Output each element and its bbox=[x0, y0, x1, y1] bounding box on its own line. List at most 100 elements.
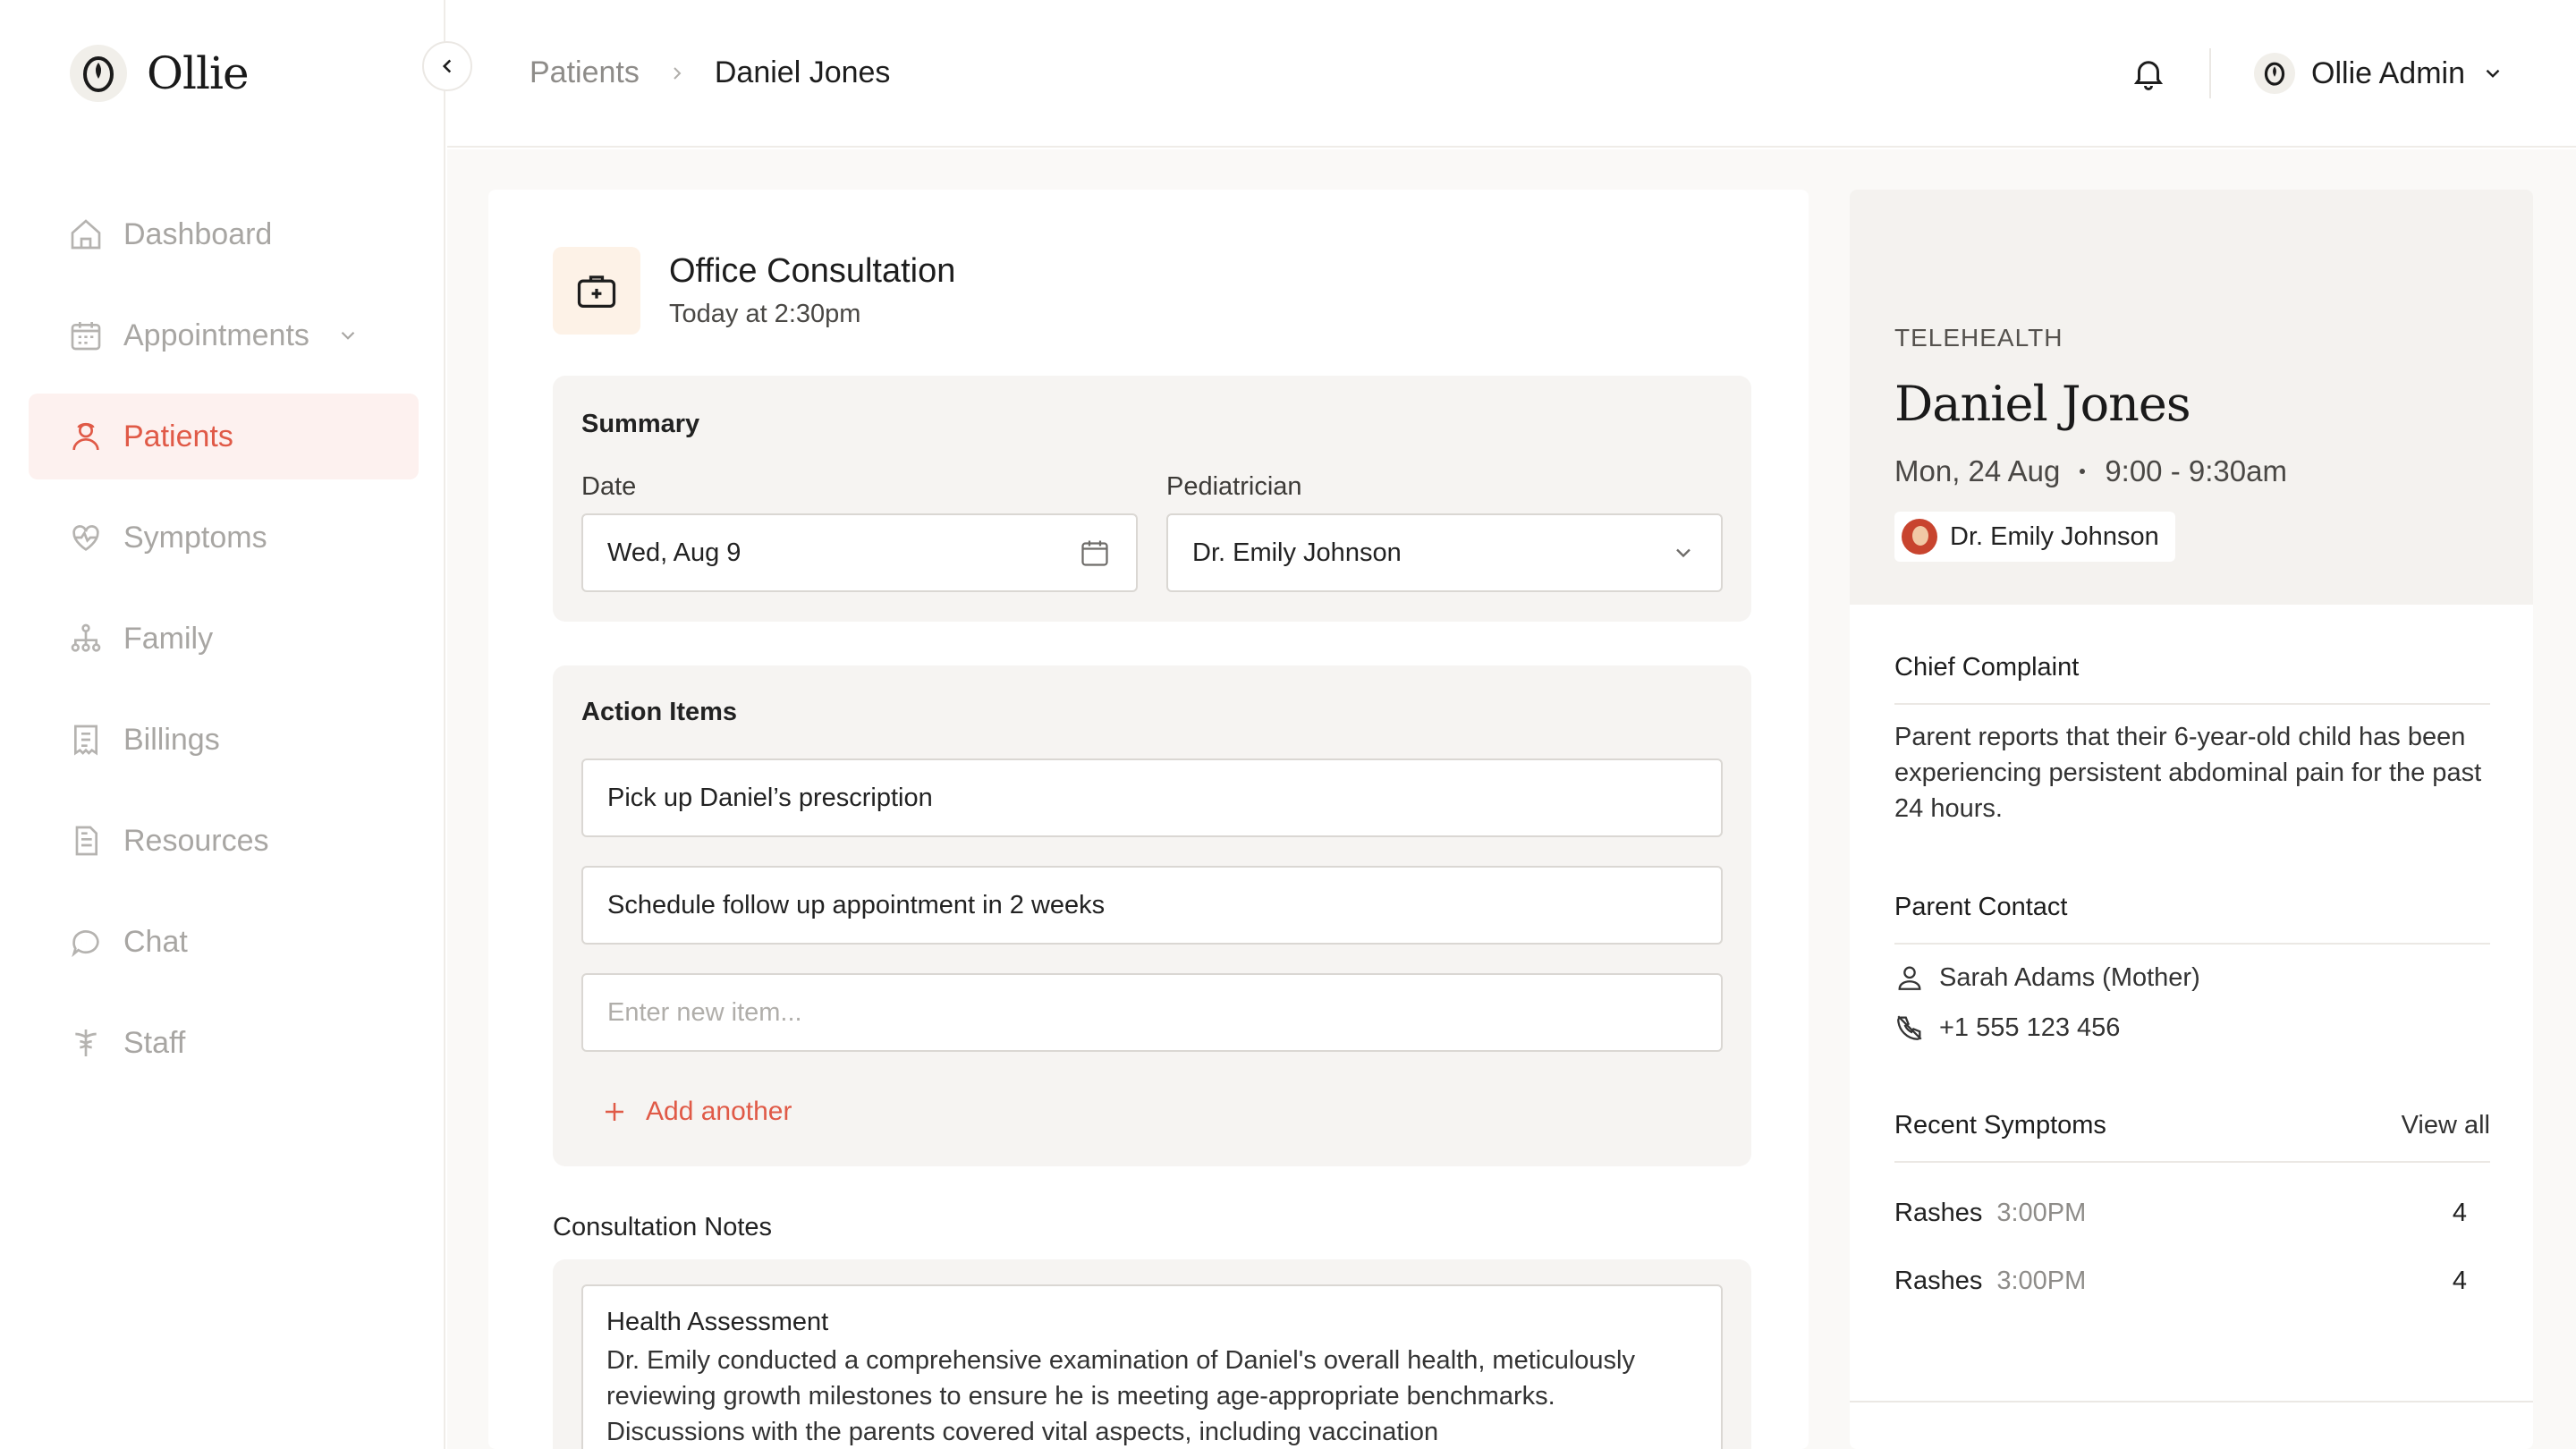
sidebar-nav: Dashboard Appointments Patients Symptoms bbox=[29, 191, 419, 1101]
symptom-row[interactable]: Rashes 3:00PM 4 bbox=[1894, 1267, 2467, 1296]
bell-icon bbox=[2133, 61, 2164, 90]
consultation-notes-editor[interactable]: Health Assessment Dr. Emily conducted a … bbox=[581, 1284, 1723, 1449]
parent-contact-title: Parent Contact bbox=[1894, 893, 2068, 921]
symptom-time: 3:00PM bbox=[1996, 1199, 2087, 1227]
action-items-panel: Action Items Pick up Daniel’s prescripti… bbox=[553, 665, 1751, 1166]
consultation-title: Office Consultation bbox=[669, 252, 956, 290]
user-name: Ollie Admin bbox=[2311, 55, 2465, 90]
chevron-left-icon bbox=[442, 59, 452, 73]
sidebar-item-label: Patients bbox=[123, 419, 233, 453]
breadcrumb: Patients Daniel Jones bbox=[530, 55, 890, 90]
symptom-name: Rashes bbox=[1894, 1267, 1983, 1295]
calendar-icon[interactable] bbox=[1079, 537, 1111, 569]
pediatrician-select[interactable]: Dr. Emily Johnson bbox=[1166, 513, 1723, 592]
separator-dot bbox=[2080, 469, 2086, 474]
divider bbox=[1894, 943, 2490, 945]
consultation-notes-label: Consultation Notes bbox=[553, 1213, 773, 1241]
symptom-name: Rashes bbox=[1894, 1199, 1983, 1227]
date-label: Date bbox=[581, 472, 637, 501]
parent-name-row: Sarah Adams (Mother) bbox=[1894, 962, 2200, 993]
date-field[interactable]: Wed, Aug 9 bbox=[581, 513, 1138, 592]
new-item-placeholder: Enter new item... bbox=[607, 997, 802, 1027]
add-another-button[interactable]: Add another bbox=[601, 1097, 792, 1127]
summary-panel: Summary Date Pediatrician Wed, Aug 9 Dr.… bbox=[553, 376, 1751, 622]
action-item-text: Schedule follow up appointment in 2 week… bbox=[607, 890, 1106, 919]
action-item-input[interactable]: Schedule follow up appointment in 2 week… bbox=[581, 866, 1723, 945]
sidebar: Ollie Dashboard Appointments Patients Sy… bbox=[0, 0, 445, 1449]
notifications-button[interactable] bbox=[2122, 47, 2175, 100]
patient-summary-card: TELEHEALTH Daniel Jones Mon, 24 Aug 9:00… bbox=[1850, 190, 2533, 1449]
chevron-down-icon bbox=[2486, 69, 2500, 78]
sidebar-item-resources[interactable]: Resources bbox=[29, 798, 419, 884]
sidebar-item-label: Chat bbox=[123, 924, 188, 959]
appointment-time: 9:00 - 9:30am bbox=[2105, 454, 2287, 487]
document-icon bbox=[68, 823, 104, 859]
date-value: Wed, Aug 9 bbox=[607, 538, 741, 567]
breadcrumb-current: Daniel Jones bbox=[714, 55, 891, 89]
recent-symptoms-title: Recent Symptoms bbox=[1894, 1111, 2106, 1140]
header-actions: Ollie Admin bbox=[2122, 47, 2504, 100]
chevron-right-icon bbox=[674, 66, 682, 80]
appointment-header: TELEHEALTH Daniel Jones Mon, 24 Aug 9:00… bbox=[1850, 190, 2533, 605]
divider bbox=[1850, 1401, 2533, 1402]
view-all-symptoms-link[interactable]: View all bbox=[2402, 1111, 2490, 1140]
consultation-card: Office Consultation Today at 2:30pm Summ… bbox=[488, 190, 1809, 1449]
summary-title: Summary bbox=[581, 410, 700, 438]
symptom-time: 3:00PM bbox=[1996, 1267, 2087, 1295]
action-items-title: Action Items bbox=[581, 698, 738, 726]
appointment-date: Mon, 24 Aug bbox=[1894, 454, 2061, 487]
avatar bbox=[2254, 53, 2296, 94]
symptom-count: 4 bbox=[2452, 1199, 2467, 1227]
sidebar-item-label: Appointments bbox=[123, 318, 309, 352]
sidebar-item-chat[interactable]: Chat bbox=[29, 899, 419, 985]
sidebar-item-label: Family bbox=[123, 621, 214, 656]
top-bar: Patients Daniel Jones Ollie Admin bbox=[447, 0, 2576, 148]
pediatrician-label: Pediatrician bbox=[1166, 472, 1302, 501]
calendar-icon bbox=[68, 318, 104, 353]
ollie-logo-icon bbox=[70, 45, 127, 102]
app-name: Ollie bbox=[147, 47, 250, 99]
action-item-text: Pick up Daniel’s prescription bbox=[607, 783, 933, 812]
chief-complaint-text: Parent reports that their 6-year-old chi… bbox=[1894, 723, 2482, 823]
doctor-name: Dr. Emily Johnson bbox=[1950, 521, 2159, 551]
notes-heading: Health Assessment bbox=[606, 1308, 829, 1336]
heart-pulse-icon bbox=[68, 520, 104, 555]
add-another-label: Add another bbox=[646, 1097, 792, 1126]
divider bbox=[1894, 1161, 2490, 1163]
phone-icon bbox=[1897, 1015, 1922, 1040]
chief-complaint-title: Chief Complaint bbox=[1894, 653, 2080, 682]
symptom-row[interactable]: Rashes 3:00PM 4 bbox=[1894, 1199, 2467, 1228]
sidebar-item-family[interactable]: Family bbox=[29, 596, 419, 682]
action-item-input[interactable]: Pick up Daniel’s prescription bbox=[581, 758, 1723, 837]
divider bbox=[1894, 703, 2490, 705]
medical-kit-icon bbox=[553, 247, 640, 335]
appointment-type: TELEHEALTH bbox=[1894, 324, 2063, 352]
sidebar-item-label: Dashboard bbox=[123, 216, 273, 251]
user-menu[interactable]: Ollie Admin bbox=[2254, 53, 2504, 94]
parent-phone: +1 555 123 456 bbox=[1939, 1013, 2121, 1042]
receipt-icon bbox=[68, 722, 104, 758]
patient-name: Daniel Jones bbox=[1894, 376, 2191, 432]
sidebar-item-dashboard[interactable]: Dashboard bbox=[29, 191, 419, 277]
sidebar-item-billings[interactable]: Billings bbox=[29, 697, 419, 783]
breadcrumb-patients[interactable]: Patients bbox=[530, 55, 640, 90]
sidebar-item-symptoms[interactable]: Symptoms bbox=[29, 495, 419, 580]
notes-body: Dr. Emily conducted a comprehensive exam… bbox=[606, 1346, 1635, 1446]
caduceus-icon bbox=[68, 1025, 104, 1061]
consultation-notes-panel: Health Assessment Dr. Emily conducted a … bbox=[553, 1259, 1751, 1449]
avatar bbox=[1902, 519, 1937, 555]
sidebar-item-staff[interactable]: Staff bbox=[29, 1000, 419, 1086]
sidebar-item-appointments[interactable]: Appointments bbox=[29, 292, 419, 378]
appointment-datetime: Mon, 24 Aug 9:00 - 9:30am bbox=[1894, 454, 2287, 488]
collapse-sidebar-button[interactable] bbox=[422, 41, 472, 91]
pediatrician-value: Dr. Emily Johnson bbox=[1192, 538, 1402, 567]
new-action-item-input[interactable]: Enter new item... bbox=[581, 973, 1723, 1052]
app-logo[interactable]: Ollie bbox=[70, 45, 250, 102]
sidebar-item-label: Symptoms bbox=[123, 520, 267, 555]
consultation-header: Office Consultation Today at 2:30pm bbox=[553, 247, 955, 335]
sidebar-item-patients[interactable]: Patients bbox=[29, 394, 419, 479]
patients-icon bbox=[68, 419, 104, 454]
parent-phone-row[interactable]: +1 555 123 456 bbox=[1894, 1013, 2120, 1043]
home-icon bbox=[68, 216, 104, 252]
symptom-count: 4 bbox=[2452, 1267, 2467, 1295]
